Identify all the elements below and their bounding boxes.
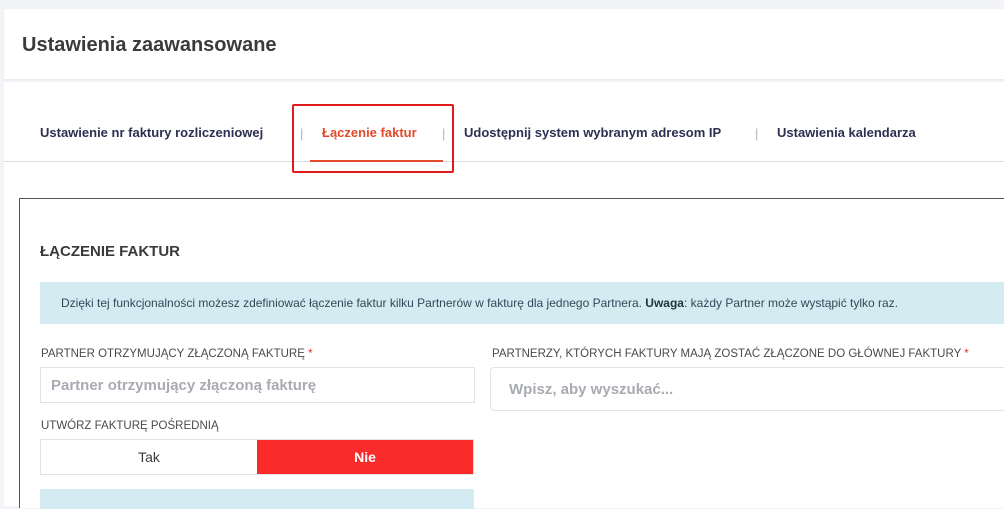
intermediate-invoice-toggle: Tak Nie xyxy=(40,439,474,475)
required-mark: * xyxy=(964,348,969,360)
tab-ip-access[interactable]: Udostępnij system wybranym adresom IP xyxy=(464,125,721,140)
info-text: Dzięki tej funkcjonalności możesz zdefin… xyxy=(61,296,646,310)
info-warning-label: Uwaga xyxy=(645,296,684,310)
toggle-option-no[interactable]: Nie xyxy=(257,440,473,474)
section-title: ŁĄCZENIE FAKTUR xyxy=(40,243,180,260)
merge-panel: ŁĄCZENIE FAKTUR Dzięki tej funkcjonalnoś… xyxy=(19,198,1004,509)
merged-partners-search-input[interactable]: Wpisz, aby wyszukać... xyxy=(490,367,1004,411)
page-header: Ustawienia zaawansowane xyxy=(4,9,1004,79)
page-title: Ustawienia zaawansowane xyxy=(22,34,277,56)
info-box: Dzięki tej funkcjonalności możesz zdefin… xyxy=(40,282,1004,324)
info-warning-text: : każdy Partner może wystąpić tylko raz. xyxy=(683,296,899,310)
tab-invoice-number-settings[interactable]: Ustawienie nr faktury rozliczeniowej xyxy=(40,125,263,140)
intermediate-invoice-label: UTWÓRZ FAKTURĘ POŚREDNIĄ xyxy=(41,420,219,432)
receiving-partner-input[interactable]: Partner otrzymujący złączoną fakturę xyxy=(40,367,475,403)
merged-partners-label: PARTNERZY, KTÓRYCH FAKTURY MAJĄ ZOSTAĆ Z… xyxy=(492,348,969,360)
tab-bar: Ustawienie nr faktury rozliczeniowej | Ł… xyxy=(4,82,1004,173)
tab-calendar-settings[interactable]: Ustawienia kalendarza xyxy=(777,125,916,140)
highlight-box xyxy=(292,104,454,173)
toggle-option-yes[interactable]: Tak xyxy=(41,440,257,474)
content-card: Ustawienie nr faktury rozliczeniowej | Ł… xyxy=(4,82,1004,509)
receiving-partner-label: PARTNER OTRZYMUJĄCY ZŁĄCZONĄ FAKTURĘ * xyxy=(41,348,313,360)
required-mark: * xyxy=(308,348,313,360)
secondary-info-box xyxy=(40,489,474,509)
tab-separator: | xyxy=(755,126,759,141)
